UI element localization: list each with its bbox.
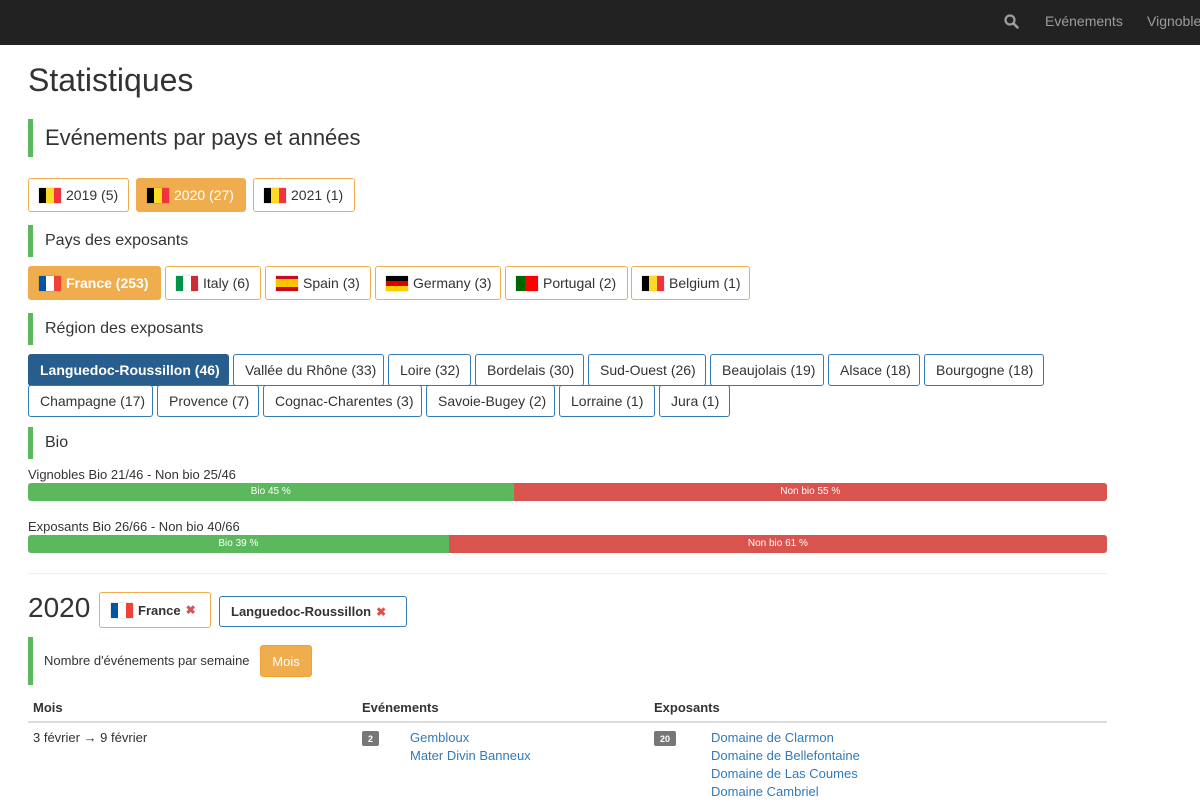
region-button-bourgogne[interactable]: Bourgogne (18) [924, 354, 1044, 386]
france-flag-icon [39, 275, 61, 291]
bio-segment: Bio 45 % [28, 483, 514, 501]
country-button-france[interactable]: France (253) [28, 266, 161, 300]
remove-icon[interactable]: ✖ [376, 605, 386, 619]
region-button-label: Champagne (17) [40, 393, 146, 409]
search-icon[interactable] [1003, 13, 1021, 31]
exhibitor-link[interactable]: Domaine de Las Coumes [711, 766, 858, 781]
country-button-germany[interactable]: Germany (3) [375, 266, 501, 300]
remove-icon[interactable]: ✖ [186, 603, 196, 617]
region-button-provence[interactable]: Provence (7) [157, 385, 259, 417]
regions-section-title: Région des exposants [28, 313, 203, 345]
exhibitors-count-badge: 20 [654, 731, 676, 746]
year-button-2021[interactable]: 2021 (1) [253, 178, 355, 212]
filter-tag-label: Languedoc-Roussillon [231, 604, 372, 619]
vignobles-bio-progress: Bio 45 % Non bio 55 % [28, 483, 1107, 501]
filter-tag-label: France [138, 602, 181, 618]
region-button-label: Beaujolais (19) [722, 362, 816, 378]
exhibitor-link[interactable]: Domaine de Bellefontaine [711, 748, 860, 763]
country-button-label: Spain (3) [303, 275, 360, 291]
region-button-label: Bordelais (30) [487, 362, 575, 378]
row-period: 3 février → 9 février [33, 730, 148, 745]
exposants-bio-label: Exposants Bio 26/66 - Non bio 40/66 [28, 519, 240, 534]
belgium-flag-icon [39, 187, 61, 203]
exhibitor-link[interactable]: Domaine Cambriel [711, 784, 819, 799]
column-header-mois: Mois [33, 700, 63, 715]
country-button-belgium[interactable]: Belgium (1) [631, 266, 750, 300]
region-button-champagne[interactable]: Champagne (17) [28, 385, 153, 417]
italy-flag-icon [176, 275, 198, 291]
region-button-label: Sud-Ouest (26) [600, 362, 696, 378]
events-count-badge: 2 [362, 731, 379, 746]
portugal-flag-icon [516, 275, 538, 291]
region-button-label: Bourgogne (18) [936, 362, 1034, 378]
country-button-portugal[interactable]: Portugal (2) [505, 266, 628, 300]
nav-link-vignobles[interactable]: Vignobles [1147, 13, 1200, 29]
column-header-evenements: Evénements [362, 700, 439, 715]
country-button-spain[interactable]: Spain (3) [265, 266, 371, 300]
region-button-alsace[interactable]: Alsace (18) [828, 354, 920, 386]
exposants-bio-progress: Bio 39 % Non bio 61 % [28, 535, 1107, 553]
region-button-lorraine[interactable]: Lorraine (1) [559, 385, 655, 417]
events-section-title: Evénements par pays et années [28, 119, 361, 157]
country-button-label: Portugal (2) [543, 275, 617, 291]
filter-tag-france[interactable]: France ✖ [99, 592, 211, 628]
region-button-savoie-bugey[interactable]: Savoie-Bugey (2) [426, 385, 555, 417]
country-button-label: Belgium (1) [669, 275, 741, 291]
belgium-flag-icon [147, 187, 169, 203]
year-button-label: 2021 (1) [291, 187, 344, 203]
bio-section-title: Bio [28, 427, 68, 459]
region-button-beaujolais[interactable]: Beaujolais (19) [710, 354, 824, 386]
region-button-label: Savoie-Bugey (2) [438, 393, 547, 409]
country-button-italy[interactable]: Italy (6) [165, 266, 261, 300]
region-button-jura[interactable]: Jura (1) [659, 385, 730, 417]
year-button-2019[interactable]: 2019 (5) [28, 178, 129, 212]
region-button-label: Vallée du Rhône (33) [245, 362, 377, 378]
weekly-callout-bar [28, 637, 33, 685]
divider [28, 573, 1107, 574]
mois-button[interactable]: Mois [260, 645, 312, 677]
weekly-events-text: Nombre d'événements par semaine [44, 653, 250, 668]
region-button-loire[interactable]: Loire (32) [388, 354, 471, 386]
year-button-2020[interactable]: 2020 (27) [136, 178, 246, 212]
filter-tag-languedoc-roussillon[interactable]: Languedoc-Roussillon ✖ [219, 596, 407, 627]
table-header-divider [28, 721, 1107, 723]
vignobles-bio-label: Vignobles Bio 21/46 - Non bio 25/46 [28, 467, 236, 482]
exhibitor-link[interactable]: Domaine de Clarmon [711, 730, 834, 745]
event-link[interactable]: Mater Divin Banneux [410, 748, 531, 763]
bio-segment: Bio 39 % [28, 535, 449, 553]
region-button-languedoc-roussillon[interactable]: Languedoc-Roussillon (46) [28, 354, 229, 386]
belgium-flag-icon [642, 275, 664, 291]
france-flag-icon [111, 602, 133, 618]
region-button-sud-ouest[interactable]: Sud-Ouest (26) [588, 354, 706, 386]
germany-flag-icon [386, 275, 408, 291]
countries-section-title: Pays des exposants [28, 225, 188, 257]
page-title: Statistiques [28, 62, 194, 98]
region-button-label: Alsace (18) [840, 362, 911, 378]
nonbio-segment: Non bio 55 % [513, 483, 1107, 501]
region-button-bordelais[interactable]: Bordelais (30) [475, 354, 584, 386]
top-navbar: Evénements Vignobles [0, 0, 1200, 45]
region-button-vallee-du-rhone[interactable]: Vallée du Rhône (33) [233, 354, 384, 386]
nonbio-segment: Non bio 61 % [448, 535, 1107, 553]
year-button-label: 2019 (5) [66, 187, 119, 203]
selected-year-heading: 2020 [28, 592, 91, 623]
column-header-exposants: Exposants [654, 700, 720, 715]
region-button-cognac-charentes[interactable]: Cognac-Charentes (3) [263, 385, 422, 417]
nav-link-evenements[interactable]: Evénements [1045, 13, 1123, 29]
region-button-label: Provence (7) [169, 393, 250, 409]
region-button-label: Lorraine (1) [571, 393, 644, 409]
region-button-label: Languedoc-Roussillon (46) [40, 362, 220, 378]
region-button-label: Jura (1) [671, 393, 720, 409]
year-button-label: 2020 (27) [174, 187, 234, 203]
region-button-label: Cognac-Charentes (3) [275, 393, 414, 409]
country-button-label: Italy (6) [203, 275, 250, 291]
country-button-label: France (253) [66, 275, 149, 291]
event-link[interactable]: Gembloux [410, 730, 469, 745]
region-button-label: Loire (32) [400, 362, 460, 378]
spain-flag-icon [276, 275, 298, 291]
country-button-label: Germany (3) [413, 275, 492, 291]
belgium-flag-icon [264, 187, 286, 203]
